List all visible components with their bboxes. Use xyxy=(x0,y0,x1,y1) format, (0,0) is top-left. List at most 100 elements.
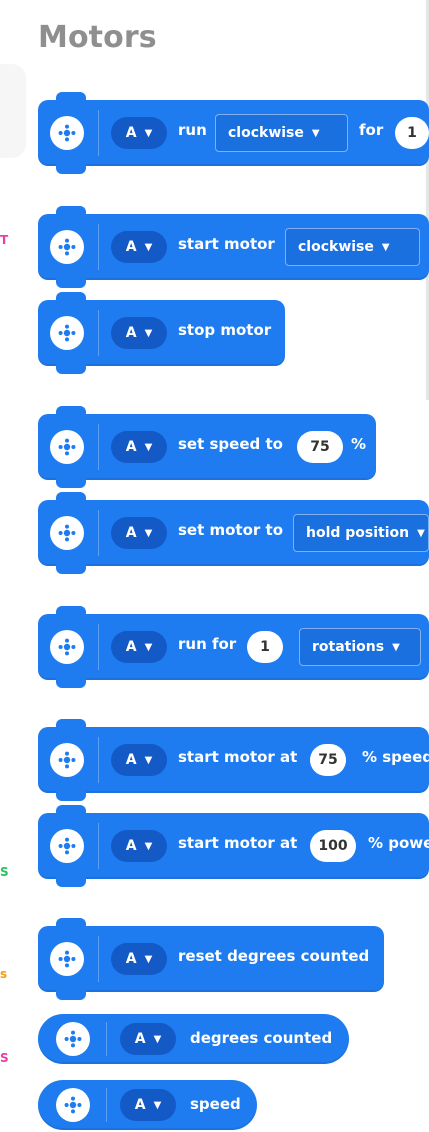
block-divider xyxy=(98,936,99,982)
reset-degrees-block[interactable]: A ▼ reset degrees counted xyxy=(38,918,384,1000)
unit-label: % power xyxy=(368,834,429,852)
start-motor-power-block[interactable]: A ▼ start motor at 100 % power xyxy=(38,805,429,887)
unit-dropdown[interactable]: rotations ▼ xyxy=(299,628,421,666)
motors-palette: Motors T S s S A ▼ run clockwise ▼ for 1 xyxy=(0,0,429,1132)
run-motor-block[interactable]: A ▼ run clockwise ▼ for 1 xyxy=(38,92,429,174)
motor-icon xyxy=(50,942,84,976)
port-label: A xyxy=(125,125,137,141)
motor-icon xyxy=(50,230,84,264)
port-label: A xyxy=(125,951,137,967)
direction-dropdown[interactable]: clockwise ▼ xyxy=(215,114,348,152)
port-dropdown[interactable]: A ▼ xyxy=(111,830,167,862)
speed-value-input[interactable]: 75 xyxy=(297,431,343,463)
port-dropdown[interactable]: A ▼ xyxy=(111,744,167,776)
block-divider xyxy=(106,1088,107,1122)
chevron-down-icon: ▼ xyxy=(153,1100,162,1111)
port-label: A xyxy=(125,752,137,768)
speed-value-input[interactable]: 75 xyxy=(310,744,346,776)
motor-icon xyxy=(50,430,84,464)
chevron-down-icon: ▼ xyxy=(144,242,153,253)
motor-icon xyxy=(56,1022,90,1056)
block-divider xyxy=(98,424,99,470)
chevron-down-icon: ▼ xyxy=(144,954,153,965)
mode-value: hold position xyxy=(306,525,410,541)
reporter-label: degrees counted xyxy=(190,1029,333,1047)
block-label: for xyxy=(359,121,384,139)
block-label: start motor xyxy=(178,235,275,253)
chevron-down-icon: ▼ xyxy=(311,128,320,139)
port-label: A xyxy=(125,439,137,455)
run-for-block[interactable]: A ▼ run for 1 rotations ▼ xyxy=(38,606,429,688)
stop-motor-block[interactable]: A ▼ stop motor xyxy=(38,292,285,374)
unit-value: rotations xyxy=(312,639,385,655)
port-label: A xyxy=(125,525,137,541)
chevron-down-icon: ▼ xyxy=(392,642,400,653)
block-divider xyxy=(98,624,99,670)
motor-icon xyxy=(50,516,84,550)
port-dropdown[interactable]: A ▼ xyxy=(111,517,167,549)
port-label: A xyxy=(134,1097,146,1113)
port-dropdown[interactable]: A ▼ xyxy=(111,317,167,349)
unit-label: % speed xyxy=(362,748,429,766)
block-divider xyxy=(98,224,99,270)
left-panel-tab xyxy=(0,64,26,158)
block-divider xyxy=(106,1022,107,1056)
motor-icon xyxy=(50,630,84,664)
chevron-down-icon: ▼ xyxy=(144,841,153,852)
block-label: run xyxy=(178,121,207,139)
degrees-counted-reporter[interactable]: A ▼ degrees counted xyxy=(38,1014,349,1064)
margin-mark: S xyxy=(0,865,9,879)
block-divider xyxy=(98,110,99,156)
port-label: A xyxy=(125,639,137,655)
chevron-down-icon: ▼ xyxy=(144,128,153,139)
block-divider xyxy=(98,823,99,869)
chevron-down-icon: ▼ xyxy=(417,528,425,539)
port-dropdown[interactable]: A ▼ xyxy=(111,117,167,149)
set-speed-block[interactable]: A ▼ set speed to 75 % xyxy=(38,406,376,488)
power-value-input[interactable]: 100 xyxy=(310,830,356,862)
margin-mark: s xyxy=(0,967,8,981)
unit-label: % xyxy=(351,435,367,453)
amount-input[interactable]: 1 xyxy=(395,117,429,149)
set-motor-mode-block[interactable]: A ▼ set motor to hold position ▼ xyxy=(38,492,429,574)
motor-icon xyxy=(50,116,84,150)
motor-icon xyxy=(56,1088,90,1122)
start-motor-speed-block[interactable]: A ▼ start motor at 75 % speed xyxy=(38,719,429,801)
port-label: A xyxy=(125,325,137,341)
block-divider xyxy=(98,737,99,783)
section-title: Motors xyxy=(38,20,157,55)
port-dropdown[interactable]: A ▼ xyxy=(120,1089,176,1121)
chevron-down-icon: ▼ xyxy=(144,755,153,766)
speed-reporter[interactable]: A ▼ speed xyxy=(38,1080,257,1130)
direction-dropdown[interactable]: clockwise ▼ xyxy=(285,228,420,266)
chevron-down-icon: ▼ xyxy=(144,442,153,453)
port-dropdown[interactable]: A ▼ xyxy=(111,943,167,975)
block-label: stop motor xyxy=(178,321,272,339)
block-divider xyxy=(98,510,99,556)
block-label: start motor at xyxy=(178,834,298,852)
motor-icon xyxy=(50,316,84,350)
margin-mark: T xyxy=(0,233,9,247)
port-dropdown[interactable]: A ▼ xyxy=(111,231,167,263)
motor-icon xyxy=(50,829,84,863)
block-label: reset degrees counted xyxy=(178,947,370,965)
start-motor-block[interactable]: A ▼ start motor clockwise ▼ xyxy=(38,206,429,288)
port-label: A xyxy=(125,838,137,854)
port-dropdown[interactable]: A ▼ xyxy=(111,631,167,663)
chevron-down-icon: ▼ xyxy=(144,328,153,339)
chevron-down-icon: ▼ xyxy=(144,528,153,539)
amount-input[interactable]: 1 xyxy=(247,631,283,663)
direction-value: clockwise xyxy=(228,125,304,141)
chevron-down-icon: ▼ xyxy=(144,642,153,653)
block-label: run for xyxy=(178,635,237,653)
port-label: A xyxy=(125,239,137,255)
block-divider xyxy=(98,310,99,356)
direction-value: clockwise xyxy=(298,239,374,255)
port-dropdown[interactable]: A ▼ xyxy=(120,1023,176,1055)
block-label: start motor at xyxy=(178,748,298,766)
stop-mode-dropdown[interactable]: hold position ▼ xyxy=(293,514,429,552)
chevron-down-icon: ▼ xyxy=(381,242,390,253)
motor-icon xyxy=(50,743,84,777)
port-dropdown[interactable]: A ▼ xyxy=(111,431,167,463)
reporter-label: speed xyxy=(190,1095,241,1113)
